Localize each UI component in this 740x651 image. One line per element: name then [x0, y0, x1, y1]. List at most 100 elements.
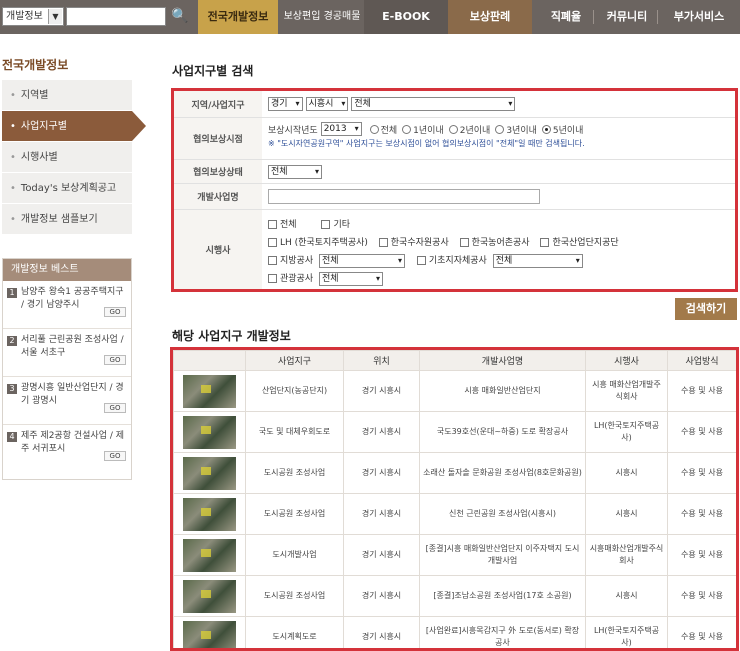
district-cell: 산업단지(농공단지)	[245, 370, 344, 412]
nav-compensation-cases[interactable]: 보상판례	[448, 0, 532, 34]
project-name-cell[interactable]: 신천 근린공원 조성사업(시흥시)	[419, 493, 586, 535]
sidebar-item-today-notice[interactable]: • Today's 보상계획공고	[2, 173, 132, 204]
project-name-cell[interactable]: [종결]시흥 매화일반산업단지 이주자택지 도시개발사업	[419, 534, 586, 576]
region-label: 지역/사업지구	[174, 91, 262, 117]
aerial-thumbnail[interactable]	[173, 411, 246, 453]
aerial-photo-image[interactable]	[183, 374, 236, 408]
aerial-thumbnail[interactable]	[173, 370, 246, 412]
period-radio-2y[interactable]	[448, 124, 458, 134]
location-cell: 경기 시흥시	[343, 452, 420, 494]
project-name-input[interactable]	[268, 189, 540, 204]
project-name-cell[interactable]: 국도39호선(운대~하중) 도로 확장공사	[419, 411, 586, 453]
project-name-cell[interactable]: [종결]조남소공원 조성사업(17호 소공원)	[419, 575, 586, 617]
district-cell: 도시계획도로	[245, 616, 344, 648]
period-label: 협의보상시점	[174, 118, 262, 159]
aerial-photo-image[interactable]	[183, 538, 236, 572]
search-form: 지역/사업지구 경기 시흥시 전체 협의보상시점 보상시작년도 2013 전체 …	[171, 88, 738, 292]
go-button[interactable]: GO	[104, 307, 126, 317]
aerial-thumbnail[interactable]	[173, 452, 246, 494]
project-name-label: 개발사업명	[174, 184, 262, 209]
method-cell: 수용 및 사용	[667, 452, 736, 494]
project-name-row: 개발사업명	[174, 184, 735, 210]
go-button[interactable]: GO	[104, 451, 126, 461]
location-cell: 경기 시흥시	[343, 534, 420, 576]
nav-national-development[interactable]: 전국개발정보	[198, 0, 278, 34]
nav-direct-sale[interactable]: 직폐율	[538, 0, 594, 34]
go-button[interactable]: GO	[104, 403, 126, 413]
column-header: 시행사	[585, 350, 668, 371]
table-row[interactable]: 도시공원 조성사업 경기 시흥시 신천 근린공원 조성사업(시흥시) 시흥시 수용 및 …	[173, 493, 736, 535]
executor-local-select[interactable]: 전체	[319, 254, 405, 268]
search-submit-button[interactable]: 검색하기	[675, 298, 737, 320]
period-radio-3y[interactable]	[495, 124, 505, 134]
sidebar-title: 전국개발정보	[2, 58, 69, 72]
executor-cell: 시흥매화산업개발주식회사	[585, 534, 668, 576]
page-title: 사업지구별 검색	[172, 64, 254, 78]
method-cell: 수용 및 사용	[667, 370, 736, 412]
nav-ebook[interactable]: E-BOOK	[364, 0, 448, 34]
aerial-photo-image[interactable]	[183, 579, 236, 613]
aerial-thumbnail[interactable]	[173, 534, 246, 576]
city-select[interactable]: 시흥시	[305, 97, 349, 111]
aerial-photo-image[interactable]	[183, 456, 236, 490]
executor-city-checkbox[interactable]	[416, 256, 426, 265]
search-category-select[interactable]: 개발정보 ▼	[2, 7, 64, 26]
best-item[interactable]: 2 서리풀 근린공원 조성사업 / 서울 서초구 GO	[3, 329, 131, 377]
search-input[interactable]	[66, 7, 166, 26]
district-cell: 국도 및 대체우회도로	[245, 411, 344, 453]
executor-etc-checkbox[interactable]	[321, 220, 331, 229]
location-cell: 경기 시흥시	[343, 493, 420, 535]
district-select[interactable]: 전체	[351, 97, 516, 111]
sidebar-item-by-executor[interactable]: • 시행사별	[2, 142, 132, 173]
search-icon[interactable]: 🔍	[170, 6, 190, 26]
period-radio-1y[interactable]	[402, 124, 412, 134]
table-row[interactable]: 국도 및 대체우회도로 경기 시흥시 국도39호선(운대~하중) 도로 확장공사 LH…	[173, 411, 736, 453]
best-item[interactable]: 1 남양주 왕숙1 공공주택지구 / 경기 남양주시 GO	[3, 281, 131, 329]
executor-lh-checkbox[interactable]	[268, 238, 277, 247]
sidebar-menu: • 지역별 • 사업지구별 • 시행사별 • Today's 보상계획공고 • 개발정보 …	[2, 80, 146, 235]
executor-label: 시행사	[174, 210, 262, 289]
period-radio-all[interactable]	[369, 124, 379, 134]
best-item[interactable]: 3 광명시흥 일반산업단지 / 경기 광명시 GO	[3, 377, 131, 425]
table-row[interactable]: 도시개발사업 경기 시흥시 [종결]시흥 매화일반산업단지 이주자택지 도시개발사업…	[173, 534, 736, 576]
year-select[interactable]: 2013	[320, 122, 362, 136]
aerial-photo-image[interactable]	[183, 415, 236, 449]
executor-water-checkbox[interactable]	[378, 238, 388, 247]
executor-gov-checkbox[interactable]	[268, 274, 277, 283]
best-item[interactable]: 4 제주 제2공항 건설사업 / 제주 서귀포시 GO	[3, 425, 131, 473]
method-cell: 수용 및 사용	[667, 575, 736, 617]
status-select[interactable]: 전체	[268, 164, 322, 179]
executor-rural-checkbox[interactable]	[459, 238, 469, 247]
sidebar-item-by-region[interactable]: • 지역별	[2, 80, 132, 111]
location-cell: 경기 시흥시	[343, 616, 420, 648]
province-select[interactable]: 경기	[268, 97, 303, 111]
best-development-box: 개발정보 베스트 1 남양주 왕숙1 공공주택지구 / 경기 남양주시 GO 2…	[2, 258, 132, 480]
column-header: 사업방식	[667, 350, 736, 371]
aerial-thumbnail[interactable]	[173, 616, 246, 648]
aerial-photo-image[interactable]	[183, 620, 236, 648]
executor-all-checkbox[interactable]	[268, 220, 277, 229]
table-row[interactable]: 산업단지(농공단지) 경기 시흥시 시흥 매화일반산업단지 시흥 매화산업개발주식회사…	[173, 370, 736, 412]
project-name-cell[interactable]: [사업완료]시흥목감지구 外 도로(동서로) 확장공사	[419, 616, 586, 648]
nav-extra-services[interactable]: 부가서비스	[664, 0, 734, 34]
table-row[interactable]: 도시계획도로 경기 시흥시 [사업완료]시흥목감지구 外 도로(동서로) 확장공사 L…	[173, 616, 736, 648]
executor-gov-select[interactable]: 전체	[319, 272, 383, 286]
nav-auction-properties[interactable]: 보상편입 경공매물건	[280, 0, 364, 56]
sidebar-item-by-district[interactable]: • 사업지구별	[2, 111, 146, 142]
table-header-row: 사업지구 위치 개발사업명 시행사 사업방식	[173, 350, 736, 371]
aerial-photo-image[interactable]	[183, 497, 236, 531]
executor-city-select[interactable]: 전체	[492, 254, 583, 268]
nav-community[interactable]: 커뮤니티	[596, 0, 658, 34]
aerial-thumbnail[interactable]	[173, 493, 246, 535]
aerial-thumbnail[interactable]	[173, 575, 246, 617]
go-button[interactable]: GO	[104, 355, 126, 365]
table-row[interactable]: 도시공원 조성사업 경기 시흥시 [종결]조남소공원 조성사업(17호 소공원) 시흥…	[173, 575, 736, 617]
executor-industry-checkbox[interactable]	[540, 238, 550, 247]
project-name-cell[interactable]: 시흥 매화일반산업단지	[419, 370, 586, 412]
top-navigation-bar: 개발정보 ▼ 🔍 전국개발정보 보상편입 경공매물건 E-BOOK 보상판례 직…	[0, 0, 740, 56]
period-radio-5y[interactable]	[541, 124, 551, 134]
project-name-cell[interactable]: 소래산 돌자솔 문화공원 조성사업(8호문화공원)	[419, 452, 586, 494]
executor-local-checkbox[interactable]	[268, 256, 277, 265]
table-row[interactable]: 도시공원 조성사업 경기 시흥시 소래산 돌자솔 문화공원 조성사업(8호문화공원)…	[173, 452, 736, 494]
sidebar-item-sample[interactable]: • 개발정보 샘플보기	[2, 204, 132, 235]
